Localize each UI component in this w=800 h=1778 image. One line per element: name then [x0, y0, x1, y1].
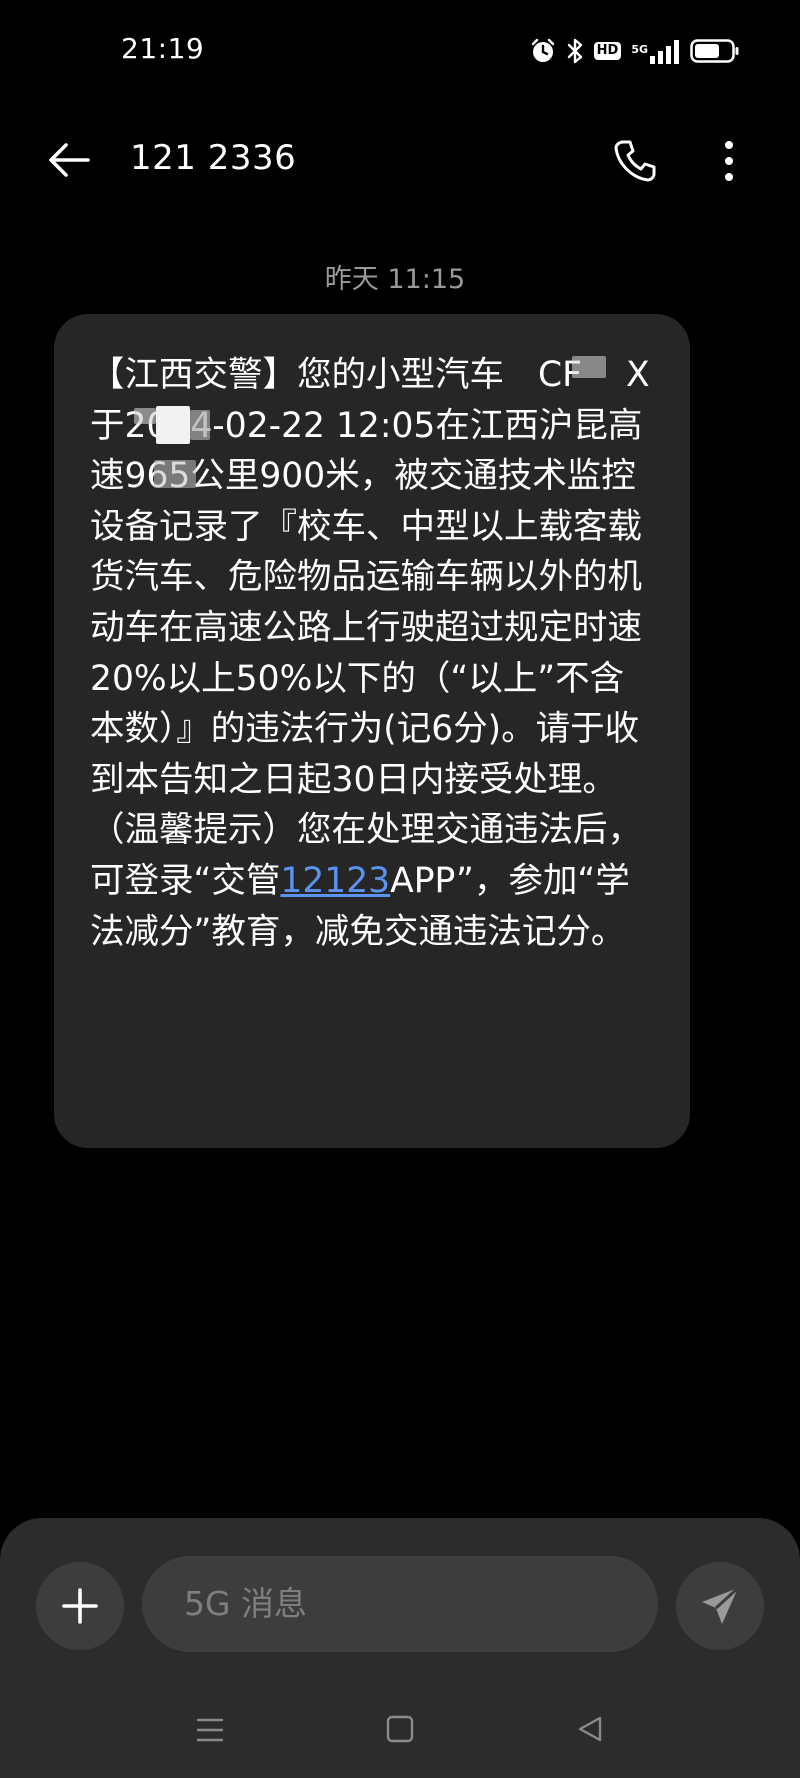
plus-icon [62, 1588, 98, 1624]
status-time: 21:19 [121, 32, 205, 65]
message-input[interactable] [142, 1556, 658, 1652]
contact-title: 121 2336 [130, 138, 297, 178]
system-nav-bar [0, 1700, 800, 1778]
home-button[interactable] [380, 1712, 420, 1748]
redaction-block [572, 356, 606, 378]
more-options-button[interactable] [712, 136, 746, 186]
battery-icon [690, 39, 740, 63]
call-button[interactable] [610, 136, 660, 186]
status-icons: HD 5G [530, 36, 740, 66]
more-vertical-icon [725, 141, 733, 181]
attach-button[interactable] [36, 1562, 124, 1650]
app-link[interactable]: 12123 [280, 861, 390, 901]
home-square-icon [386, 1715, 414, 1743]
hd-icon: HD [593, 42, 622, 60]
back-button[interactable] [44, 138, 94, 182]
arrow-left-icon [49, 143, 90, 177]
5g-signal-icon: 5G [631, 38, 680, 64]
bluetooth-icon [566, 38, 584, 64]
redaction-block [156, 406, 190, 444]
conversation-header: 121 2336 [0, 120, 800, 200]
message-text-part: 【江西交警】您的小型汽车 [90, 355, 504, 395]
send-icon [702, 1586, 740, 1624]
alarm-icon [530, 38, 556, 64]
send-button[interactable] [676, 1562, 764, 1650]
back-triangle-icon [578, 1716, 602, 1742]
message-timestamp: 昨天 11:15 [324, 264, 466, 295]
status-bar: 21:19 HD 5G [0, 0, 800, 100]
redaction-block [154, 460, 196, 488]
redaction-block [134, 408, 156, 424]
redaction-block [190, 410, 210, 440]
message-bubble[interactable]: 【江西交警】您的小型汽车 CF X于2024-02-22 12:05在江西沪昆高速9… [54, 314, 690, 1148]
phone-icon [614, 140, 656, 182]
sms-conversation-screen: 21:19 HD 5G 121 2336 昨天 11:15 【江西交警】您的小型… [0, 0, 800, 1778]
network-label: 5G [631, 43, 648, 56]
recents-button[interactable] [190, 1712, 230, 1748]
system-back-button[interactable] [570, 1712, 610, 1748]
menu-icon [196, 1718, 224, 1742]
